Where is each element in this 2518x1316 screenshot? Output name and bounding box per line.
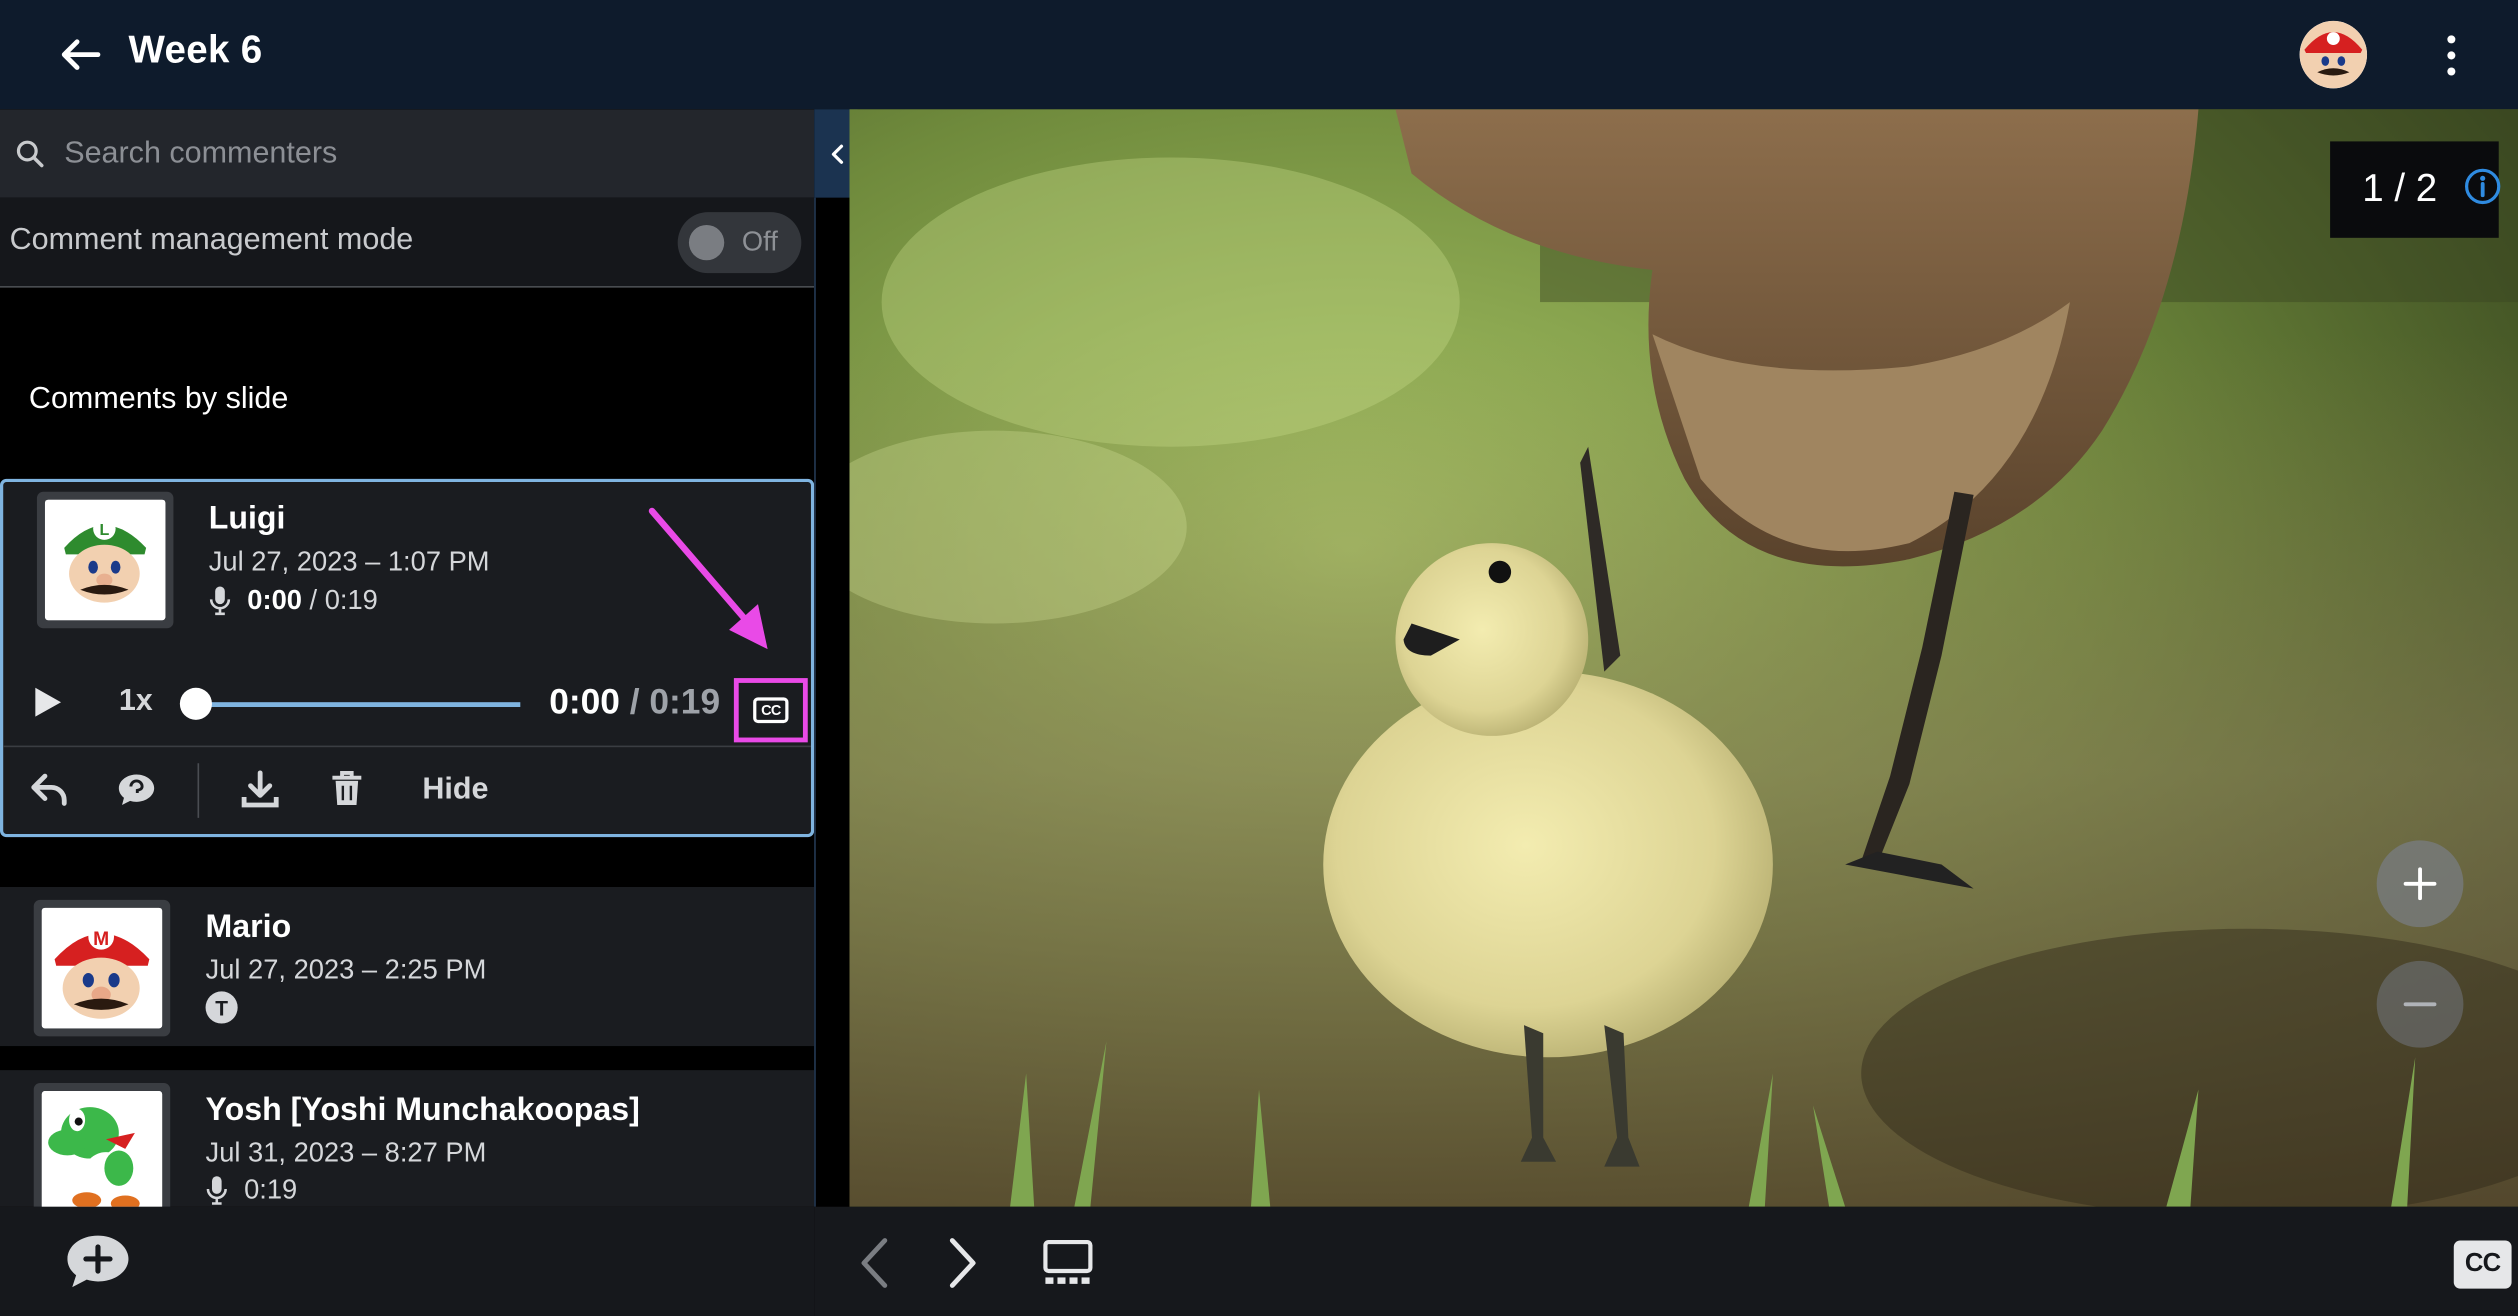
actions-divider [197,763,200,818]
comment-card-yoshi[interactable]: Yosh [Yoshi Munchakoopas] Jul 31, 2023 –… [0,1070,815,1207]
top-bar: Week 6 [0,0,2518,110]
chevron-left-icon [831,143,843,164]
sidebar-footer [0,1206,815,1316]
comment-meta: T [205,991,238,1024]
audio-player: 1x 0:00 / 0:19 CC [3,662,811,746]
hide-button[interactable]: Hide [422,773,488,808]
svg-text:L: L [99,521,109,539]
microphone-icon [209,586,231,616]
comment-meta: 0:00 / 0:19 [209,585,378,617]
audio-total-time: 0:19 [244,1174,298,1206]
avatar: L [36,491,174,629]
user-avatar[interactable] [2299,20,2368,89]
gallery-icon[interactable] [1042,1239,1093,1287]
progress-thumb[interactable] [179,687,212,720]
add-comment-icon[interactable] [64,1232,131,1290]
comment-actions: Hide [3,745,811,834]
avatar [33,1083,171,1207]
back-button[interactable] [48,26,112,84]
text-comment-badge: T [205,991,238,1024]
back-arrow-icon [61,39,101,70]
search-bar [0,109,815,198]
commenter-name: Mario [205,909,292,945]
zoom-in-icon [2403,867,2437,901]
captions-button[interactable]: CC [733,678,808,743]
page-title: Week 6 [128,28,263,73]
player-time: 0:00 / 0:19 [549,681,720,723]
annotation-arrow [648,507,768,650]
comment-icon[interactable] [116,770,158,809]
trash-icon[interactable] [329,770,364,809]
reply-icon[interactable] [29,770,71,809]
more-options-button[interactable] [2428,29,2473,80]
comment-date: Jul 27, 2023 – 1:07 PM [208,546,490,577]
download-icon[interactable] [241,770,280,809]
search-icon [16,140,44,168]
audio-total-time: / 0:19 [301,584,378,616]
search-input[interactable] [54,122,794,187]
next-slide-button[interactable] [946,1236,981,1291]
zoom-in-button[interactable] [2376,840,2464,928]
zoom-out-button[interactable] [2376,960,2464,1048]
slide-counter-text: 1 / 2 [2362,167,2438,211]
player-total-time: / 0:19 [619,681,721,722]
commenter-name: Yosh [Yoshi Munchakoopas] [205,1092,640,1129]
slide-image [849,109,2518,1207]
microphone-icon [206,1176,227,1205]
audio-current-time: 0:00 [247,584,302,616]
gosling-photo [849,109,2518,1207]
app-window: Week 6 Comment management mode Off [0,0,2518,1316]
zoom-out-icon [2403,1002,2437,1007]
avatar: M [33,899,171,1037]
comment-management-row: Comment management mode Off [0,197,815,288]
comment-meta: 0:19 [206,1174,298,1207]
kebab-menu-icon [2446,34,2455,43]
viewer-toolbar: CC [814,1206,2518,1316]
playback-speed-button[interactable]: 1x [119,685,153,720]
info-icon[interactable] [2463,167,2502,206]
comment-date: Jul 27, 2023 – 2:25 PM [205,954,487,985]
player-current-time: 0:00 [549,681,620,722]
commenter-name: Luigi [208,501,286,537]
previous-slide-button[interactable] [856,1236,891,1291]
closed-captions-toggle[interactable]: CC [2453,1240,2512,1289]
play-icon[interactable] [32,685,64,720]
comment-card-mario[interactable]: M Mario Jul 27, 2023 – 2:25 PM T [0,886,815,1047]
closed-captions-icon: CC [753,697,789,724]
svg-text:M: M [93,929,109,950]
section-title: Comments by slide [28,382,289,417]
comment-date: Jul 31, 2023 – 8:27 PM [205,1137,487,1169]
toggle-knob [688,224,725,261]
panel-divider [814,197,816,1207]
progress-track[interactable] [195,702,521,708]
comment-management-toggle[interactable]: Off [677,212,802,274]
toggle-state-label: Off [741,226,778,258]
comment-management-label: Comment management mode [9,223,414,258]
